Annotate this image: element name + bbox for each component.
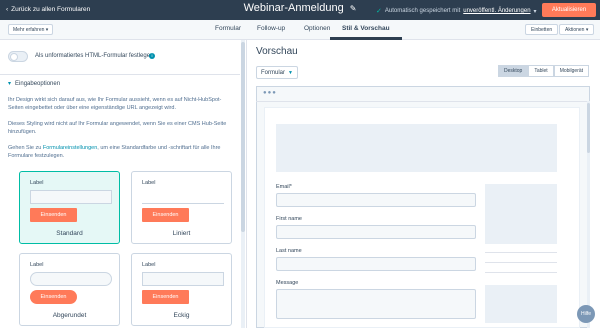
learn-more-button[interactable]: Mehr erfahren ▾: [8, 24, 54, 35]
field-label-last-name: Last name: [276, 248, 302, 254]
preview-scroll-thumb[interactable]: [587, 103, 590, 153]
preview-frame-divider: [256, 101, 590, 102]
placeholder-header-block: [276, 124, 557, 172]
cms-note: Dieses Styling wird nicht auf Ihr Formul…: [8, 121, 227, 135]
update-button[interactable]: Aktualisieren: [542, 3, 596, 17]
raw-html-toggle-label: Als unformatiertes HTML-Formular festleg…: [35, 53, 154, 59]
card-submit-sample: Einsenden: [30, 208, 77, 222]
device-mobile-button[interactable]: Mobilgerät: [553, 65, 590, 77]
design-description: Ihr Design wirkt sich darauf aus, wie Ih…: [8, 97, 222, 111]
unpublished-changes-link[interactable]: unveröffentl. Änderungen: [463, 8, 530, 14]
device-tablet-button[interactable]: Tablet: [528, 65, 554, 77]
embed-button[interactable]: Einbetten: [525, 24, 559, 35]
style-card-rounded[interactable]: Label Einsenden Abgerundet: [19, 253, 120, 326]
section-divider: [0, 74, 240, 75]
last-name-field[interactable]: [276, 257, 476, 271]
card-submit-sample: Einsenden: [142, 208, 189, 222]
card-field-sample: [142, 272, 224, 286]
placeholder-side-block: [485, 285, 557, 323]
style-card-standard[interactable]: Label Einsenden Standard: [19, 171, 120, 244]
card-field-sample: [142, 190, 224, 204]
panel-divider: [246, 40, 247, 328]
preview-title: Vorschau: [256, 46, 298, 57]
preview-target-select[interactable]: Formular ▼: [256, 66, 298, 79]
card-style-name: Eckig: [173, 312, 190, 319]
form-title-text: Webinar-Anmeldung: [243, 2, 344, 14]
card-label: Label: [142, 262, 156, 268]
card-style-name: Abgerundet: [52, 312, 87, 319]
card-field-sample: [30, 272, 112, 286]
tab-form[interactable]: Formular: [215, 25, 241, 32]
autosave-prefix: Automatisch gespeichert mit: [384, 8, 461, 14]
caret-down-icon[interactable]: ▾: [534, 8, 537, 15]
placeholder-line: [485, 252, 557, 253]
card-field-sample: [30, 190, 112, 204]
card-label: Label: [30, 262, 44, 268]
card-submit-sample: Einsenden: [30, 290, 77, 304]
message-field[interactable]: [276, 289, 476, 319]
toggle-knob: [10, 53, 18, 61]
device-switcher: Desktop Tablet Mobilgerät: [498, 65, 590, 77]
card-submit-sample: Einsenden: [142, 290, 189, 304]
field-label-first-name: First name: [276, 216, 302, 222]
autosave-status: ✓ Automatisch gespeichert mit unveröffen…: [376, 7, 537, 15]
chevron-down-icon: ▾: [8, 81, 12, 87]
input-options-header[interactable]: ▾ Eingabeoptionen: [8, 80, 61, 88]
email-field[interactable]: [276, 193, 476, 207]
device-desktop-button[interactable]: Desktop: [498, 65, 529, 77]
card-style-name: Liniert: [172, 230, 191, 237]
raw-html-toggle[interactable]: [8, 51, 28, 62]
card-style-name: Standard: [56, 230, 83, 237]
placeholder-side-block: [485, 184, 557, 244]
actions-button[interactable]: Aktionen ▾: [559, 24, 595, 35]
panel-scrollbar[interactable]: [241, 40, 245, 328]
check-icon: ✓: [376, 8, 382, 15]
help-button[interactable]: Hilfe: [577, 305, 595, 323]
form-settings-link[interactable]: Formulareinstellungen: [43, 145, 97, 151]
top-bar: ‹ Zurück zu allen Formularen Webinar-Anm…: [0, 0, 600, 20]
info-icon[interactable]: i: [149, 53, 155, 59]
card-label: Label: [142, 180, 156, 186]
preview-scrollbar[interactable]: [587, 101, 590, 328]
style-card-square[interactable]: Label Einsenden Eckig: [131, 253, 232, 326]
caret-down-icon: ▼: [288, 69, 293, 76]
preview-target-value: Formular: [261, 69, 286, 76]
placeholder-line: [485, 262, 557, 263]
field-label-message: Message: [276, 280, 299, 286]
pencil-icon[interactable]: ✎: [350, 4, 357, 13]
style-card-lined[interactable]: Label Einsenden Liniert: [131, 171, 232, 244]
tab-style-preview[interactable]: Stil & Vorschau: [342, 25, 390, 32]
card-label: Label: [30, 180, 44, 186]
first-name-field[interactable]: [276, 225, 476, 239]
section-title: Eingabeoptionen: [15, 80, 61, 87]
settings-note: Gehen Sie zu Formulareinstellungen, um e…: [8, 144, 230, 160]
settings-note-prefix: Gehen Sie zu: [8, 145, 43, 151]
active-tab-indicator: [330, 37, 402, 40]
placeholder-line: [485, 272, 557, 273]
panel-scroll-thumb[interactable]: [241, 42, 245, 232]
field-label-email: Email*: [276, 184, 292, 190]
window-dots-icon: ●●●: [263, 90, 277, 96]
tab-bar: Mehr erfahren ▾ Formular Follow-up Optio…: [0, 20, 600, 40]
tab-follow-up[interactable]: Follow-up: [257, 25, 285, 32]
tab-options[interactable]: Optionen: [304, 25, 330, 32]
